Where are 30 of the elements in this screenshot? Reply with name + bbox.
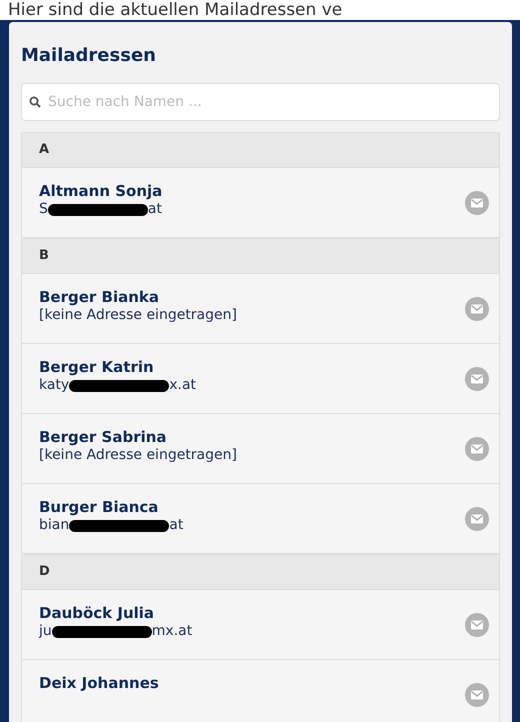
- email-text: at: [169, 516, 184, 534]
- email-text: [keine Adresse eingetragen]: [39, 446, 237, 464]
- contact-name: Deix Johannes: [39, 674, 159, 693]
- contact-name: Altmann Sonja: [39, 182, 162, 201]
- email-text: S: [39, 200, 48, 218]
- email-text: katy: [39, 376, 70, 394]
- search-field[interactable]: Suche nach Namen ...: [21, 83, 500, 121]
- email-text: at: [148, 200, 162, 218]
- panel-title: Mailadressen: [21, 44, 157, 68]
- contact-name: Berger Sabrina: [39, 428, 168, 447]
- email-text: ju: [39, 622, 52, 640]
- contact-name: Berger Katrin: [39, 358, 155, 377]
- mail-icon[interactable]: [465, 682, 489, 706]
- mail-icon[interactable]: [465, 190, 489, 214]
- group-header: D: [22, 554, 499, 590]
- mail-icon[interactable]: [465, 612, 489, 636]
- email-text: x.at: [169, 376, 196, 394]
- mail-icon[interactable]: [465, 436, 489, 460]
- group-header: B: [22, 238, 499, 274]
- contact-name: Burger Bianca: [39, 498, 160, 517]
- email-text: bian: [39, 516, 70, 534]
- group-header: A: [22, 132, 499, 168]
- contact-name: Dauböck Julia: [39, 604, 156, 623]
- mail-icon[interactable]: [465, 506, 489, 530]
- mail-icon[interactable]: [465, 366, 489, 390]
- email-text: [keine Adresse eingetragen]: [39, 306, 237, 324]
- email-text: mx.at: [152, 622, 192, 640]
- mail-icon[interactable]: [465, 296, 489, 320]
- contact-name: Berger Bianka: [39, 288, 160, 307]
- page-caption: Hier sind die aktuellen Mailadressen ve: [7, 0, 344, 20]
